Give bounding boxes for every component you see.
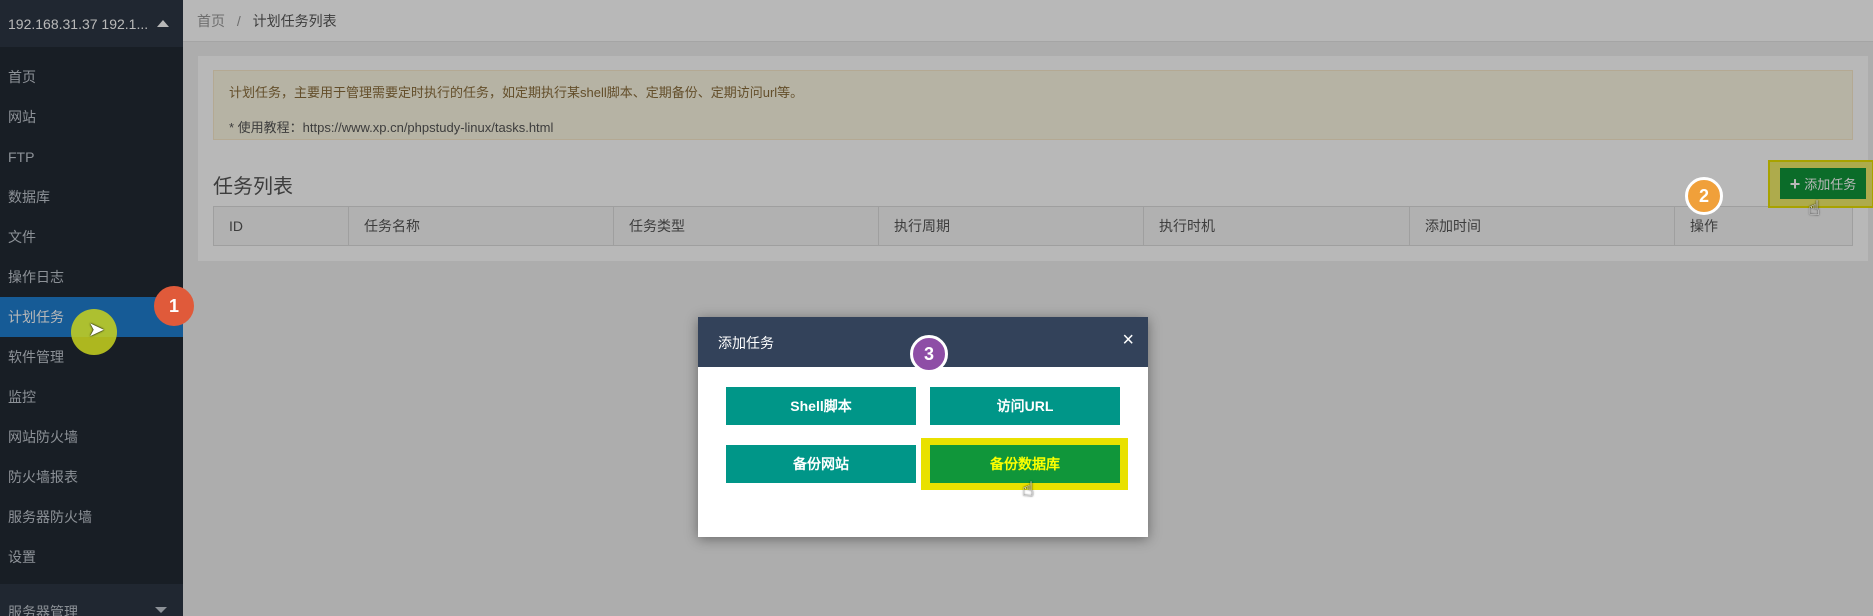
- visit-url-button[interactable]: 访问URL: [930, 387, 1120, 425]
- cursor-pointer-icon: ➤: [88, 319, 105, 341]
- backup-database-button[interactable]: 备份数据库: [930, 445, 1120, 483]
- step-badge-1: 1: [154, 286, 194, 326]
- modal-title: 添加任务: [718, 335, 774, 351]
- close-icon[interactable]: ×: [1122, 330, 1134, 350]
- backup-site-button[interactable]: 备份网站: [726, 445, 916, 483]
- hand-cursor-icon: ☝: [1022, 479, 1035, 501]
- shell-script-button[interactable]: Shell脚本: [726, 387, 916, 425]
- hand-cursor-icon: ☝: [1808, 198, 1821, 220]
- step-badge-3: 3: [910, 335, 948, 373]
- step-badge-2: 2: [1685, 177, 1723, 215]
